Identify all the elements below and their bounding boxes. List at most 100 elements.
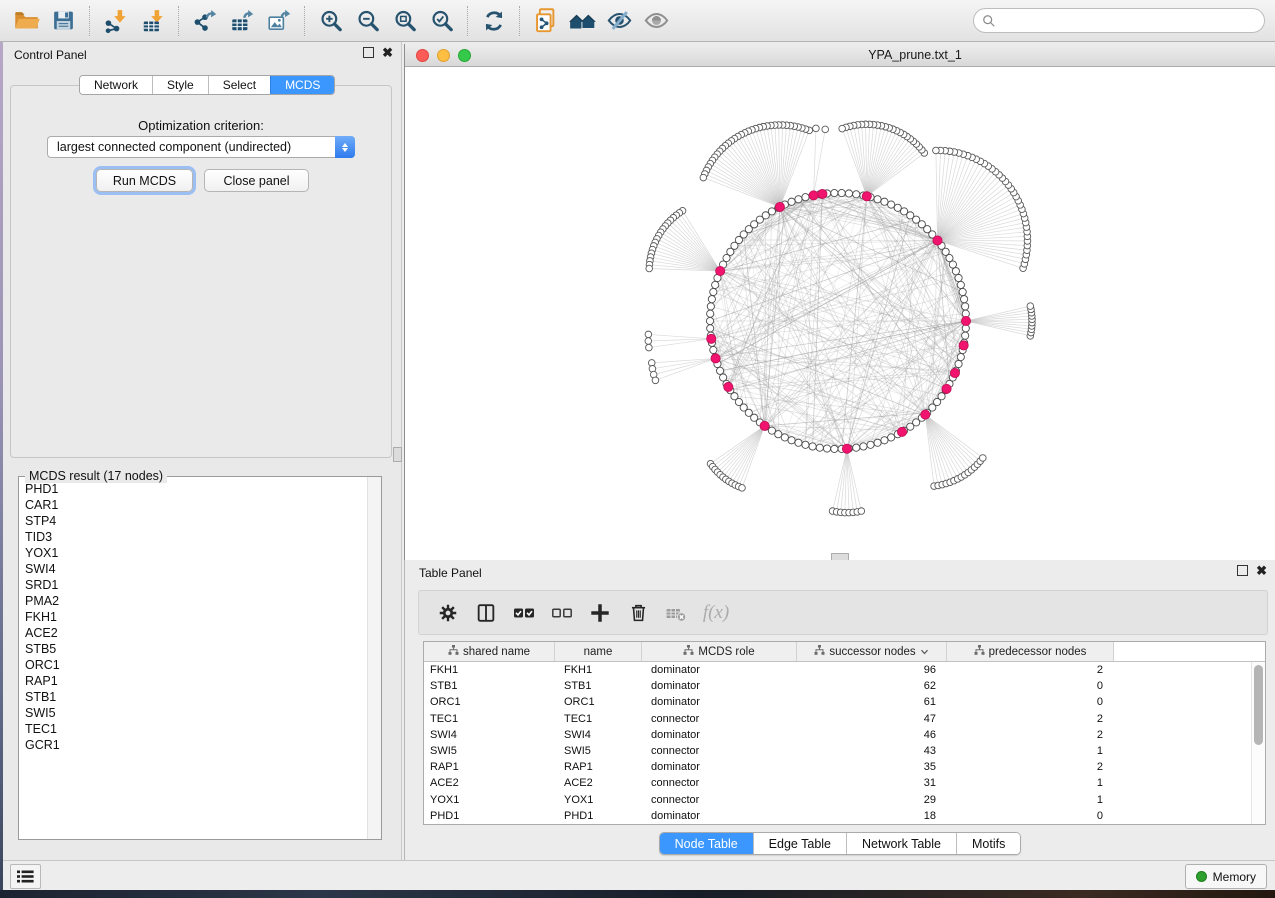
- mcds-result-item[interactable]: YOX1: [19, 545, 367, 561]
- tab-network-table[interactable]: Network Table: [846, 833, 956, 854]
- show-hidden-button[interactable]: [640, 4, 673, 38]
- panel-menu-button[interactable]: [10, 864, 41, 889]
- save-session-button[interactable]: [47, 4, 80, 38]
- import-network-button[interactable]: [99, 4, 132, 38]
- cell-shared-name: YOX1: [424, 792, 555, 808]
- cell-MCDS-role: connector: [642, 775, 797, 791]
- mcds-result-item[interactable]: RAP1: [19, 673, 367, 689]
- table-row[interactable]: RAP1RAP1dominator352: [424, 759, 1265, 775]
- cell-MCDS-role: dominator: [642, 678, 797, 694]
- table-options-button[interactable]: [431, 596, 465, 630]
- search-input[interactable]: [996, 14, 1256, 28]
- panel-splitter-handle[interactable]: [393, 447, 402, 462]
- network-view-titlebar[interactable]: YPA_prune.txt_1: [405, 44, 1275, 67]
- zoom-selected-button[interactable]: [425, 4, 458, 38]
- export-network-icon: [192, 8, 218, 34]
- zoom-in-button[interactable]: [314, 4, 347, 38]
- mcds-result-item[interactable]: TEC1: [19, 721, 367, 737]
- mcds-result-item[interactable]: TID3: [19, 529, 367, 545]
- mcds-result-item[interactable]: ORC1: [19, 657, 367, 673]
- table-tab-strip: Node TableEdge TableNetwork TableMotifs: [405, 832, 1275, 855]
- memory-button[interactable]: Memory: [1185, 864, 1267, 889]
- float-table-panel-button[interactable]: [1237, 565, 1248, 576]
- mcds-tab-content: Optimization criterion: largest connecte…: [10, 85, 392, 458]
- cell-successor-nodes: 29: [797, 792, 947, 808]
- table-row[interactable]: PHD1PHD1dominator180: [424, 808, 1265, 824]
- refresh-view-button[interactable]: [477, 4, 510, 38]
- zoom-out-button[interactable]: [351, 4, 384, 38]
- cell-predecessor-nodes: 1: [947, 743, 1114, 759]
- table-panel-titlebar: Table Panel ✖: [405, 560, 1275, 584]
- mcds-result-item[interactable]: GCR1: [19, 737, 367, 753]
- cell-successor-nodes: 31: [797, 775, 947, 791]
- mcds-result-item[interactable]: STB5: [19, 641, 367, 657]
- network-canvas[interactable]: [405, 67, 1275, 560]
- cell-successor-nodes: 61: [797, 694, 947, 710]
- delete-table-button[interactable]: [659, 596, 693, 630]
- column-header-successor-nodes[interactable]: successor nodes: [797, 642, 947, 661]
- tab-motifs[interactable]: Motifs: [956, 833, 1020, 854]
- mcds-result-scrollbar[interactable]: [367, 477, 381, 839]
- tab-node-table[interactable]: Node Table: [660, 833, 753, 854]
- delete-column-button[interactable]: [621, 596, 655, 630]
- column-header-shared-name[interactable]: shared name: [424, 642, 555, 661]
- table-row[interactable]: STB1STB1dominator620: [424, 678, 1265, 694]
- refresh-icon: [481, 8, 507, 34]
- mcds-result-item[interactable]: STP4: [19, 513, 367, 529]
- deselect-all-button[interactable]: [545, 596, 579, 630]
- export-network-button[interactable]: [188, 4, 221, 38]
- tab-select[interactable]: Select: [208, 76, 270, 94]
- function-builder-button[interactable]: f(x): [697, 596, 731, 630]
- mcds-result-item[interactable]: FKH1: [19, 609, 367, 625]
- show-columns-button[interactable]: [469, 596, 503, 630]
- table-row[interactable]: YOX1YOX1connector291: [424, 792, 1265, 808]
- criterion-dropdown-value: largest connected component (undirected): [48, 140, 335, 154]
- table-row[interactable]: SWI5SWI5connector431: [424, 743, 1265, 759]
- table-row[interactable]: TEC1TEC1connector472: [424, 711, 1265, 727]
- criterion-dropdown[interactable]: largest connected component (undirected): [47, 136, 355, 158]
- cell-predecessor-nodes: 1: [947, 792, 1114, 808]
- zoom-fit-button[interactable]: [388, 4, 421, 38]
- cell-predecessor-nodes: 1: [947, 775, 1114, 791]
- open-network-from-ndex-button[interactable]: [529, 4, 562, 38]
- search-neighbors-button[interactable]: [566, 4, 599, 38]
- table-row[interactable]: SWI4SWI4dominator462: [424, 727, 1265, 743]
- column-header-predecessor-nodes[interactable]: predecessor nodes: [947, 642, 1114, 661]
- mcds-result-item[interactable]: SWI5: [19, 705, 367, 721]
- network-graph[interactable]: [405, 67, 1275, 560]
- select-all-button[interactable]: [507, 596, 541, 630]
- import-table-button[interactable]: [136, 4, 169, 38]
- close-table-panel-button[interactable]: ✖: [1256, 565, 1267, 576]
- table-row[interactable]: ACE2ACE2connector311: [424, 775, 1265, 791]
- column-header-MCDS-role[interactable]: MCDS role: [642, 642, 797, 661]
- table-row[interactable]: ORC1ORC1dominator610: [424, 694, 1265, 710]
- mcds-result-item[interactable]: CAR1: [19, 497, 367, 513]
- columns-icon: [475, 602, 497, 624]
- table-vertical-scrollbar[interactable]: [1251, 662, 1265, 824]
- tab-network[interactable]: Network: [80, 76, 152, 94]
- tab-mcds[interactable]: MCDS: [270, 76, 334, 94]
- table-panel-title: Table Panel: [419, 566, 482, 580]
- attribute-tree-icon: [448, 645, 459, 658]
- mcds-result-item[interactable]: ACE2: [19, 625, 367, 641]
- tab-style[interactable]: Style: [152, 76, 208, 94]
- add-column-button[interactable]: [583, 596, 617, 630]
- close-panel-button[interactable]: ✖: [382, 47, 393, 58]
- hide-selected-button[interactable]: [603, 4, 636, 38]
- mcds-result-item[interactable]: STB1: [19, 689, 367, 705]
- close-panel-button-2[interactable]: Close panel: [204, 169, 309, 192]
- run-mcds-button[interactable]: Run MCDS: [96, 169, 193, 192]
- export-image-button[interactable]: [262, 4, 295, 38]
- open-file-button[interactable]: [10, 4, 43, 38]
- float-panel-button[interactable]: [363, 47, 374, 58]
- scrollbar-thumb[interactable]: [1254, 665, 1263, 745]
- column-header-name[interactable]: name: [555, 642, 642, 661]
- export-table-button[interactable]: [225, 4, 258, 38]
- mcds-result-item[interactable]: SWI4: [19, 561, 367, 577]
- table-row[interactable]: FKH1FKH1dominator962: [424, 662, 1265, 678]
- tab-edge-table[interactable]: Edge Table: [753, 833, 846, 854]
- mcds-result-item[interactable]: SRD1: [19, 577, 367, 593]
- network-table-splitter-handle[interactable]: [831, 553, 849, 560]
- mcds-result-item[interactable]: PHD1: [19, 481, 367, 497]
- mcds-result-item[interactable]: PMA2: [19, 593, 367, 609]
